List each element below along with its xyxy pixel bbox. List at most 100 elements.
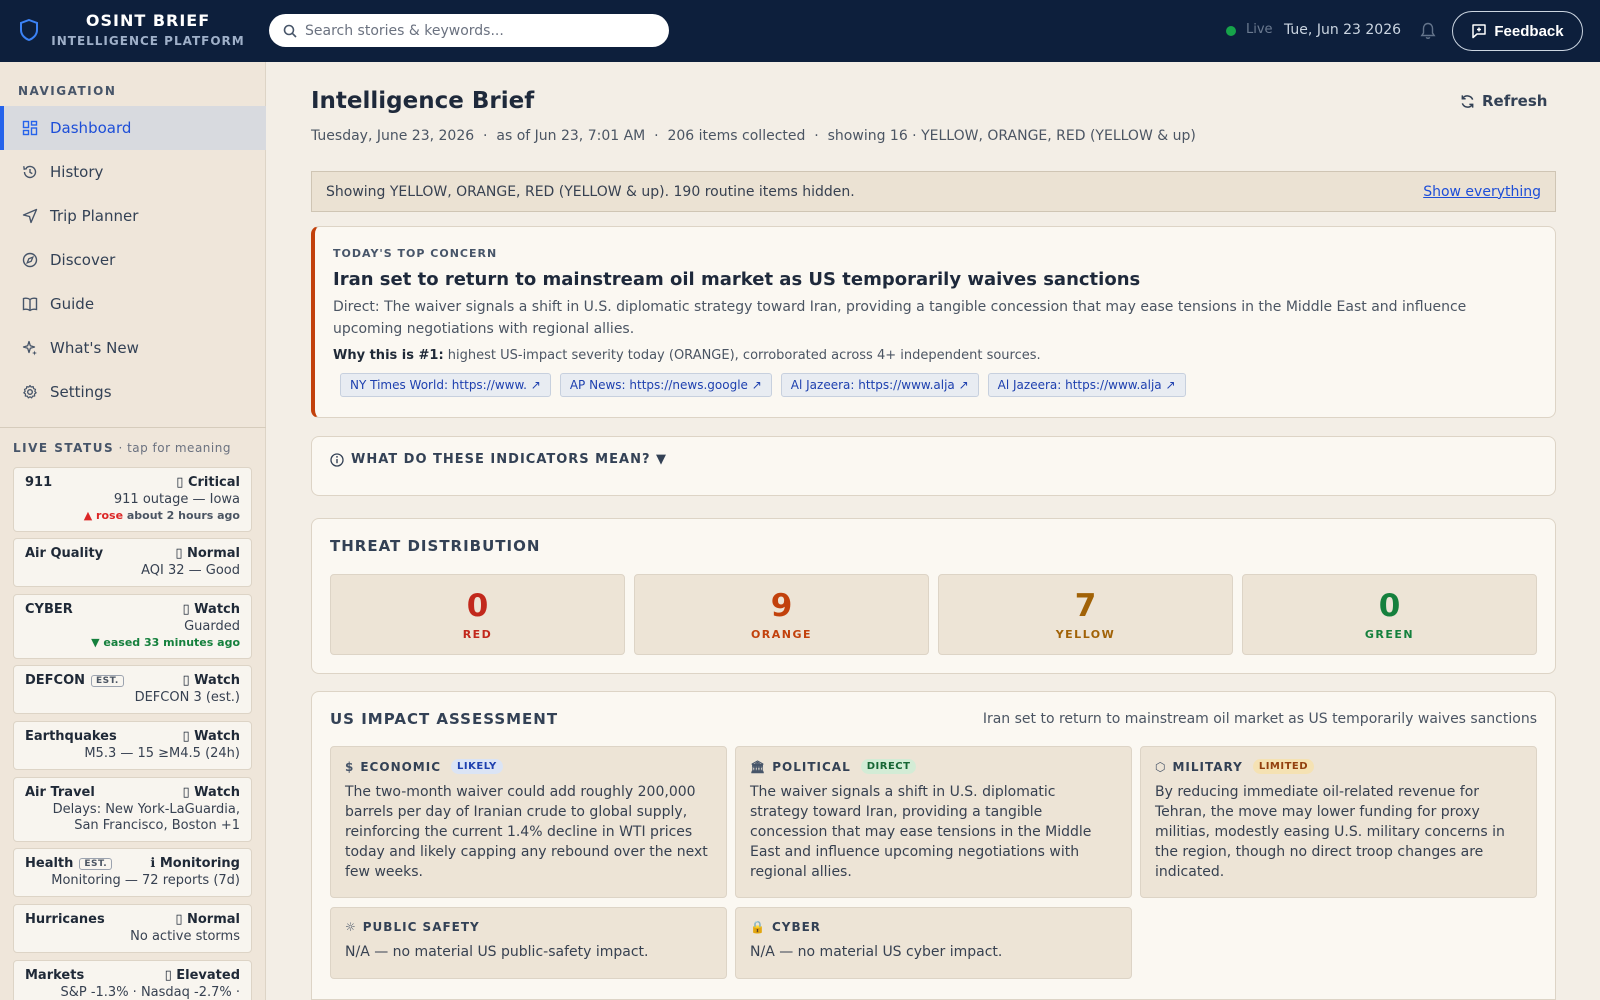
status-level: ▯ Elevated [164,968,240,983]
status-card-markets[interactable]: Markets ▯ Elevated S&P -1.3% · Nasdaq -2.… [13,960,252,1000]
sidebar-item-label: Settings [50,383,112,401]
sidebar-item-trip-planner[interactable]: Trip Planner [0,194,266,238]
feedback-button[interactable]: Feedback [1452,11,1583,51]
impact-text: The waiver signals a shift in U.S. diplo… [750,784,1092,880]
status-detail: AQI 32 — Good [141,563,240,578]
likelihood-badge: DIRECT [860,759,917,774]
threat-card-red[interactable]: 0 RED [330,574,625,655]
source-link[interactable]: Al Jazeera: https://www.alja ↗ [780,373,979,397]
top-concern-why: Why this is #1: highest US-impact severi… [333,348,1537,363]
page-subtitle: Tuesday, June 23, 2026 · as of Jun 23, 7… [311,128,1196,144]
status-card-hurricanes[interactable]: Hurricanes ▯ Normal No active storms [13,904,252,953]
status-detail: M5.3 — 15 ≥M4.5 (24h) [84,746,240,761]
threat-card-green[interactable]: 0 GREEN [1242,574,1537,655]
filter-notice: Showing YELLOW, ORANGE, RED (YELLOW & up… [311,171,1556,212]
live-status-heading[interactable]: LIVE STATUS · tap for meaning [13,441,231,455]
threat-count: 9 [770,587,793,624]
sidebar-item-whats-new[interactable]: What's New [0,326,266,370]
threat-card-yellow[interactable]: 7 YELLOW [938,574,1233,655]
impact-card-political: 🏛 POLITICAL DIRECT The waiver signals a sh… [735,746,1132,898]
us-impact-panel: US IMPACT ASSESSMENT Iran set to return … [311,691,1556,1000]
impact-header: US IMPACT ASSESSMENT Iran set to return … [330,710,1537,728]
status-name: Earthquakes [25,729,117,744]
source-link[interactable]: Al Jazeera: https://www.alja ↗ [987,373,1186,397]
refresh-button[interactable]: Refresh [1460,92,1547,110]
status-card-defcon[interactable]: DEFCON EST. ▯ Watch DEFCON 3 (est.) [13,665,252,714]
status-level: ▯ Watch [182,729,240,744]
status-card-air-quality[interactable]: Air Quality ▯ Normal AQI 32 — Good [13,538,252,587]
compass-icon [22,252,38,268]
impact-text: The two-month waiver could add roughly 2… [345,784,708,880]
trend-time: about 2 hours ago [123,509,240,522]
threat-grid: 0 RED 9 ORANGE 7 YELLOW 0 GREEN [330,574,1537,655]
search-box[interactable] [269,14,669,47]
message-icon [1472,24,1487,39]
lock-icon: 🔒 [750,920,766,934]
grid-icon [22,120,38,136]
book-icon [22,297,38,312]
live-status-title: LIVE STATUS [13,441,115,455]
sidebar-item-discover[interactable]: Discover [0,238,266,282]
impact-card-cyber: 🔒 CYBER N/A — no material US cyber impact… [735,907,1132,979]
sidebar-item-label: Guide [50,295,95,313]
impact-grid: $ ECONOMIC LIKELY The two-month waiver cou… [330,746,1537,979]
threat-count: 0 [466,587,489,624]
live-status-hint: · tap for meaning [118,441,231,455]
status-detail: 911 outage — Iowa [113,492,240,507]
trend-direction: ▲ rose [83,509,124,522]
threat-distribution-panel: THREAT DISTRIBUTION 0 RED 9 ORANGE 7 YEL… [311,518,1556,674]
status-card-911[interactable]: 911 ▯ Critical 911 outage — Iowa ▲ rose a… [13,467,252,532]
current-date: Tue, Jun 23 2026 [1284,22,1402,38]
brand[interactable]: OSINT BRIEF INTELLIGENCE PLATFORM [48,11,248,48]
impact-card-public-safety: ☼ PUBLIC SAFETY N/A — no material US publ… [330,907,727,979]
likelihood-badge: LIMITED [1252,759,1315,774]
impact-text: N/A — no material US cyber impact. [750,944,1003,960]
search-input[interactable] [305,22,645,39]
source-link[interactable]: AP News: https://news.google ↗ [559,373,772,397]
sidebar-item-guide[interactable]: Guide [0,282,266,326]
show-everything-link[interactable]: Show everything [1423,184,1541,200]
status-name: Health EST. [25,856,113,871]
source-link[interactable]: NY Times World: https://www. ↗ [340,373,551,397]
status-name: Air Quality [25,546,104,561]
bell-icon[interactable] [1420,22,1436,40]
status-card-air-travel[interactable]: Air Travel ▯ Watch Delays: New York-LaGua… [13,777,252,842]
status-card-health[interactable]: Health EST. ℹ Monitoring Monitoring — 72 r… [13,848,252,897]
shield-icon [20,19,38,41]
capitol-icon: 🏛 [750,759,767,774]
shield-icon: ⬡ [1155,759,1167,774]
info-icon [330,452,344,467]
siren-icon: ☼ [345,920,357,934]
sidebar-item-settings[interactable]: Settings [0,370,266,414]
feedback-label: Feedback [1494,22,1564,40]
threat-card-orange[interactable]: 9 ORANGE [634,574,929,655]
status-card-earthquakes[interactable]: Earthquakes ▯ Watch M5.3 — 15 ≥M4.5 (24h) [13,721,252,770]
sidebar-item-history[interactable]: History [0,150,266,194]
status-card-cyber[interactable]: CYBER ▯ Watch Guarded ▼ eased 33 minutes … [13,594,252,659]
status-name-text: DEFCON [25,673,86,688]
status-detail: DEFCON 3 (est.) [134,690,240,705]
impact-card-military: ⬡ MILITARY LIMITED By reducing immediate o… [1140,746,1537,898]
sparkle-icon [22,340,37,356]
top-concern-label: TODAY'S TOP CONCERN [333,247,498,260]
top-concern-panel: TODAY'S TOP CONCERN Iran set to return t… [311,226,1556,418]
status-detail: No active storms [130,929,240,944]
history-icon [23,165,37,179]
indicators-panel[interactable]: WHAT DO THESE INDICATORS MEAN? ▼ [311,436,1556,496]
status-detail: Guarded [184,619,240,634]
top-concern-title[interactable]: Iran set to return to mainstream oil mar… [333,269,1537,290]
status-detail: Delays: New York-LaGuardia, San Francisc… [52,802,240,833]
trend-time: 33 minutes ago [140,636,240,649]
estimate-badge: EST. [91,674,124,687]
source-list: NY Times World: https://www. ↗ AP News: … [333,373,1537,397]
status-name: Air Travel [25,785,95,800]
indicators-toggle[interactable]: WHAT DO THESE INDICATORS MEAN? ▼ [330,452,1537,467]
refresh-label: Refresh [1482,92,1548,110]
indicators-label: WHAT DO THESE INDICATORS MEAN? ▼ [351,452,668,467]
sidebar-item-label: Discover [50,251,116,269]
impact-label: MILITARY [1172,759,1243,774]
estimate-badge: EST. [79,857,113,870]
impact-label: CYBER [771,920,822,934]
sidebar-item-dashboard[interactable]: Dashboard [0,106,266,150]
status-level: ▯ Watch [182,602,240,617]
